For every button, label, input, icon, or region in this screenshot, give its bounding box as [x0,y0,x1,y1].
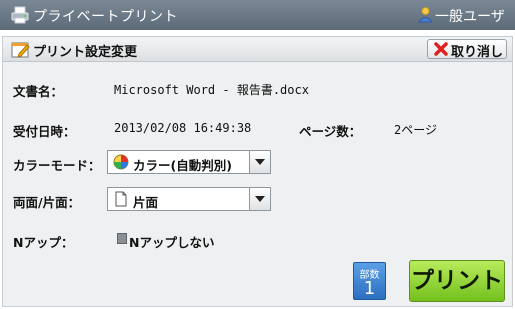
nup-icon [117,233,127,244]
received-datetime-value: 2013/02/08 16:49:38 [114,121,252,135]
print-button[interactable]: プリント [409,260,505,302]
chevron-down-icon [249,188,270,210]
duplex-value: 片面 [133,195,159,210]
page-count-value: 2ページ [394,123,437,137]
panel-title: プリント設定変更 [33,45,138,60]
single-sided-icon [115,191,127,207]
copies-button[interactable]: 部数 1 [353,262,386,300]
print-settings-panel: プリント設定変更 取り消し 文書名： Microsoft Word - 報告書.… [2,36,513,307]
user-icon [418,7,433,23]
copies-value: 1 [363,278,376,299]
duplex-label: 両面/片面： [13,195,81,210]
cancel-button[interactable]: 取り消し [427,39,507,60]
document-name-value: Microsoft Word - 報告書.docx [114,83,309,97]
color-mode-dropdown[interactable]: カラー(自動判別) [107,150,271,174]
nup-label: Nアップ： [13,235,74,250]
duplex-dropdown[interactable]: 片面 [107,187,271,211]
document-name-label: 文書名： [13,84,64,99]
settings-edit-icon [11,42,30,58]
title-bar: プライベートプリント 一般ユーザー [0,0,515,45]
page-count-label: ページ数： [299,124,362,139]
cancel-label: 取り消し [451,45,504,60]
red-x-icon [434,42,448,56]
app-title: プライベートプリント [33,9,178,25]
color-mode-value: カラー(自動判別) [133,158,232,173]
panel-header: プリント設定変更 取り消し [3,37,512,62]
printer-icon [11,6,29,24]
chevron-down-icon [249,151,270,173]
color-mode-label: カラーモード： [13,158,101,173]
nup-value: Nアップしない [129,235,215,250]
received-datetime-label: 受付日時： [13,124,76,139]
color-palette-icon [113,154,129,170]
